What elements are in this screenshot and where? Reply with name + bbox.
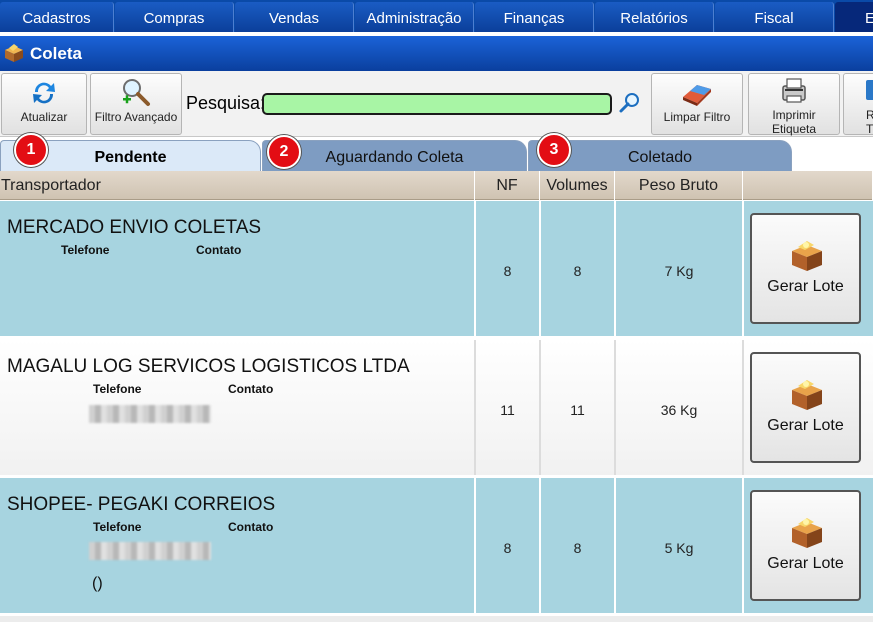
- weight-cell: 36 Kg: [616, 340, 744, 475]
- carrier-cell: MERCADO ENVIO COLETAS Telefone Contato: [0, 201, 476, 336]
- column-header-peso-bruto[interactable]: Peso Bruto: [615, 171, 743, 200]
- refresh-label: Atualizar: [20, 110, 68, 124]
- tab-number-badge: 2: [267, 135, 301, 169]
- gerar-lote-button[interactable]: Gerar Lote: [750, 352, 861, 463]
- menu-relatorios[interactable]: Relatórios: [595, 2, 714, 32]
- grid-header: Transportador NF Volumes Peso Bruto: [0, 171, 873, 200]
- status-tabs: Pendente Aguardando Coleta Coletado 1 2 …: [0, 133, 873, 171]
- menu-vendas[interactable]: Vendas: [235, 2, 354, 32]
- column-header-volumes[interactable]: Volumes: [540, 171, 615, 200]
- carrier-cell: SHOPEE- PEGAKI CORREIOS Telefone Contato…: [0, 478, 476, 613]
- gerar-lote-button[interactable]: Gerar Lote: [750, 490, 861, 601]
- main-menu-bar: Cadastros Compras Vendas Administração F…: [0, 0, 873, 32]
- column-header-nf[interactable]: NF: [475, 171, 540, 200]
- toolbar: Atualizar Filtro Avançado Pesquisa: Limp…: [0, 71, 873, 137]
- refresh-icon: [33, 82, 55, 104]
- weight-value: 7 Kg: [664, 263, 694, 279]
- weight-value: 36 Kg: [660, 402, 698, 418]
- cut-off-toolbar-label: R T: [844, 108, 873, 136]
- table-row: MAGALU LOG SERVICOS LOGISTICOS LTDA Tele…: [0, 340, 873, 477]
- redacted-phone: [89, 405, 211, 423]
- print-label-text: Imprimir Etiqueta: [749, 108, 839, 136]
- gerar-lote-label: Gerar Lote: [767, 278, 844, 295]
- menu-compras[interactable]: Compras: [115, 2, 234, 32]
- print-label-line1: Imprimir: [772, 108, 816, 122]
- weight-cell: 7 Kg: [616, 201, 744, 336]
- tab-number-badge: 3: [537, 133, 571, 167]
- menu-financas[interactable]: Finanças: [475, 2, 594, 32]
- nf-value: 11: [500, 402, 515, 418]
- advanced-filter-button[interactable]: Filtro Avançado: [90, 73, 182, 135]
- cut-off-label-line1: R: [866, 108, 873, 122]
- refresh-button[interactable]: Atualizar: [1, 73, 87, 135]
- redacted-phone: [89, 542, 211, 560]
- volumes-cell: 8: [541, 201, 616, 336]
- gerar-lote-label: Gerar Lote: [767, 417, 844, 434]
- nf-value: 8: [503, 540, 512, 556]
- menu-administracao[interactable]: Administração: [355, 2, 474, 32]
- print-label-button[interactable]: Imprimir Etiqueta: [748, 73, 840, 136]
- monitor-icon: [866, 80, 873, 100]
- column-header-actions: [743, 171, 873, 200]
- carrier-name: SHOPEE- PEGAKI CORREIOS: [7, 494, 276, 515]
- package-icon: [792, 518, 822, 548]
- package-icon: [792, 241, 822, 271]
- tab-aguardando-coleta-label: Aguardando Coleta: [325, 149, 464, 166]
- tab-aguardando-coleta[interactable]: Aguardando Coleta: [262, 140, 527, 171]
- window-title-bar: Coleta: [0, 36, 873, 71]
- contact-label: Contato: [228, 520, 274, 534]
- eraser-icon: [683, 85, 711, 106]
- print-label-line2: Etiqueta: [771, 122, 817, 136]
- magnifier-plus-icon: [123, 79, 150, 106]
- weight-value: 5 Kg: [664, 540, 694, 556]
- search-label: Pesquisa:: [186, 93, 266, 113]
- coleta-app: Cadastros Compras Vendas Administração F…: [0, 0, 873, 622]
- column-header-transportador[interactable]: Transportador: [0, 171, 475, 200]
- volumes-value: 11: [570, 402, 585, 418]
- carrier-cell: MAGALU LOG SERVICOS LOGISTICOS LTDA Tele…: [0, 340, 476, 475]
- gerar-lote-button[interactable]: Gerar Lote: [750, 213, 861, 324]
- phone-label: Telefone: [61, 243, 110, 257]
- clear-filter-label: Limpar Filtro: [663, 110, 731, 124]
- table-row: MERCADO ENVIO COLETAS Telefone Contato 8…: [0, 201, 873, 338]
- menu-cadastros[interactable]: Cadastros: [0, 2, 114, 32]
- carrier-name: MAGALU LOG SERVICOS LOGISTICOS LTDA: [7, 356, 410, 377]
- weight-cell: 5 Kg: [616, 478, 744, 613]
- search-input[interactable]: [262, 93, 612, 115]
- phone-label: Telefone: [93, 382, 142, 396]
- volumes-cell: 8: [541, 478, 616, 613]
- volumes-cell: 11: [541, 340, 616, 475]
- window-title: Coleta: [30, 44, 82, 63]
- volumes-value: 8: [573, 540, 582, 556]
- nf-cell: 8: [476, 201, 541, 336]
- table-row-partial: [0, 616, 873, 622]
- gerar-lote-label: Gerar Lote: [767, 555, 844, 572]
- label-printer-icon: [782, 78, 806, 103]
- tab-number-badge: 1: [14, 133, 48, 167]
- phone-label: Telefone: [93, 520, 142, 534]
- search-icon[interactable]: [618, 91, 642, 115]
- contact-label: Contato: [196, 243, 242, 257]
- nf-cell: 8: [476, 478, 541, 613]
- cut-off-label-line2: T: [866, 122, 873, 136]
- package-icon: [792, 380, 822, 410]
- volumes-value: 8: [573, 263, 582, 279]
- menu-item-truncated[interactable]: E: [835, 2, 873, 32]
- package-icon: [5, 44, 23, 62]
- cut-off-toolbar-button[interactable]: R T: [843, 73, 873, 136]
- carrier-name: MERCADO ENVIO COLETAS: [7, 217, 262, 238]
- advanced-filter-label: Filtro Avançado: [94, 110, 178, 124]
- nf-value: 8: [503, 263, 512, 279]
- contact-label: Contato: [228, 382, 274, 396]
- phone-extra: (): [92, 575, 103, 592]
- tab-pendente-label: Pendente: [94, 149, 167, 166]
- nf-cell: 11: [476, 340, 541, 475]
- tab-coletado-label: Coletado: [627, 149, 693, 166]
- table-row: SHOPEE- PEGAKI CORREIOS Telefone Contato…: [0, 478, 873, 615]
- menu-fiscal[interactable]: Fiscal: [715, 2, 834, 32]
- clear-filter-button[interactable]: Limpar Filtro: [651, 73, 743, 135]
